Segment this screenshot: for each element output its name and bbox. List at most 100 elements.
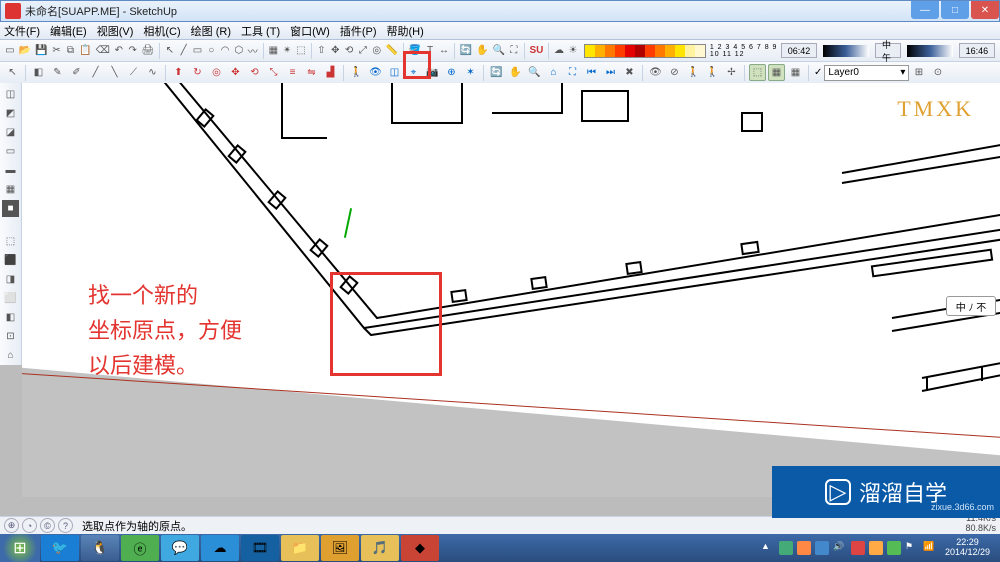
vbtn-1-icon[interactable]: ◫ (2, 86, 19, 103)
vbtn-5-icon[interactable]: ▬ (2, 162, 19, 179)
group-icon[interactable]: ⬚ (295, 42, 307, 59)
tray-shield-icon[interactable] (815, 541, 829, 555)
sun-icon[interactable]: ☀ (567, 42, 579, 59)
walk2-icon[interactable]: 🚶 (685, 64, 702, 81)
vbtn-10-icon[interactable]: ◨ (2, 271, 19, 288)
align-icon[interactable]: ≡ (284, 64, 301, 81)
top-icon[interactable]: ▦ (768, 64, 785, 81)
tray-net-icon[interactable] (779, 541, 793, 555)
edge2-icon[interactable]: ╲ (106, 64, 123, 81)
pan-icon[interactable]: ✋ (475, 42, 489, 59)
followme-icon[interactable]: ↻ (189, 64, 206, 81)
vbtn-11-icon[interactable]: ⬜ (2, 290, 19, 307)
status-user-icon[interactable]: ◔ (22, 518, 37, 533)
vbtn-6-icon[interactable]: ▦ (2, 181, 19, 198)
tape-icon[interactable]: 📏 (385, 42, 399, 59)
task-qq-icon[interactable]: 🐧 (81, 535, 119, 561)
axes-icon[interactable]: ✶ (462, 64, 479, 81)
open-file-icon[interactable]: 📂 (18, 42, 32, 59)
explode-icon[interactable]: ✴ (281, 42, 293, 59)
vbtn-7-icon[interactable]: ■ (2, 200, 19, 217)
tray-ime-icon[interactable] (851, 541, 865, 555)
task-explorer-icon[interactable]: 📁 (281, 535, 319, 561)
vbtn-4-icon[interactable]: ▭ (2, 143, 19, 160)
shadow-time-to[interactable]: 16:46 (959, 43, 996, 58)
mirror-icon[interactable]: ▟ (322, 64, 339, 81)
menu-window[interactable]: 窗口(W) (290, 23, 330, 39)
zoomext2-icon[interactable]: ⛶ (564, 64, 581, 81)
move-icon[interactable]: ✥ (329, 42, 341, 59)
task-cloud-icon[interactable]: ☁ (201, 535, 239, 561)
task-video-icon[interactable]: 🎞 (241, 535, 279, 561)
front-icon[interactable]: ▦ (787, 64, 804, 81)
task-sketchup-icon[interactable]: ◆ (401, 535, 439, 561)
orbit-icon[interactable]: 🔄 (459, 42, 473, 59)
menu-view[interactable]: 视图(V) (97, 23, 134, 39)
task-music-icon[interactable]: 🎵 (361, 535, 399, 561)
edge3-icon[interactable]: ⟋ (125, 64, 142, 81)
cut-icon[interactable]: ✂ (51, 42, 63, 59)
vbtn-2-icon[interactable]: ◩ (2, 105, 19, 122)
task-kugou-icon[interactable]: 🐦 (41, 535, 79, 561)
iso-icon[interactable]: ⬚ (749, 64, 766, 81)
polygon-icon[interactable]: ⬡ (233, 42, 245, 59)
vbtn-9-icon[interactable]: ⬛ (2, 252, 19, 269)
moveaxis-icon[interactable]: ✥ (227, 64, 244, 81)
edge1-icon[interactable]: ╱ (87, 64, 104, 81)
print-icon[interactable]: 🖨 (141, 42, 156, 59)
scale-icon[interactable]: ⤢ (357, 42, 369, 59)
tray-battery-icon[interactable] (797, 541, 811, 555)
vbtn-3-icon[interactable]: ◪ (2, 124, 19, 141)
menu-tools[interactable]: 工具 (T) (241, 23, 280, 39)
pencil-icon[interactable]: ✎ (49, 64, 66, 81)
pushred-icon[interactable]: ⬆ (170, 64, 187, 81)
tray-flag-icon[interactable]: ⚑ (905, 541, 919, 555)
menu-file[interactable]: 文件(F) (4, 23, 40, 39)
show-icon[interactable]: 👁 (647, 64, 664, 81)
vbtn-8-icon[interactable]: ⬚ (2, 233, 19, 250)
section-icon[interactable]: ◫ (386, 64, 403, 81)
layer-check[interactable]: ✓ (814, 67, 822, 78)
menu-edit[interactable]: 编辑(E) (50, 23, 87, 39)
component-icon[interactable]: ▦ (267, 42, 279, 59)
tray-qq-icon[interactable] (869, 541, 883, 555)
walk-icon[interactable]: 🚶 (348, 64, 365, 81)
zoom-icon[interactable]: 🔍 (492, 42, 506, 59)
tray-360-icon[interactable] (887, 541, 901, 555)
pushpull-icon[interactable]: ⇧ (316, 42, 328, 59)
shadow-icon[interactable]: ☁ (553, 42, 565, 59)
rotate2-icon[interactable]: ⟲ (246, 64, 263, 81)
rotate-icon[interactable]: ⟲ (343, 42, 355, 59)
status-credit-icon[interactable]: © (40, 518, 55, 533)
month-colorbar[interactable] (584, 44, 706, 58)
freehand-icon[interactable]: 〰 (247, 42, 259, 59)
eraser-icon[interactable]: ◧ (30, 64, 47, 81)
line-icon[interactable]: ╱ (178, 42, 190, 59)
shadow-time-from[interactable]: 06:42 (781, 43, 818, 58)
copy-icon[interactable]: ⧉ (65, 42, 77, 59)
layer-manager-icon[interactable]: ⊞ (910, 64, 927, 81)
paste-icon[interactable]: 📋 (78, 42, 92, 59)
time-gradient[interactable] (823, 45, 869, 57)
layer-option-icon[interactable]: ⊙ (929, 64, 946, 81)
marker-icon[interactable]: ✐ (68, 64, 85, 81)
zoomext-icon[interactable]: ⛶ (508, 42, 520, 59)
undo-icon[interactable]: ↶ (113, 42, 125, 59)
pan2-icon[interactable]: ✋ (507, 64, 524, 81)
orbit2-icon[interactable]: 🔄 (488, 64, 505, 81)
scale2-icon[interactable]: ⤡ (265, 64, 282, 81)
offset2-icon[interactable]: ◎ (208, 64, 225, 81)
next-icon[interactable]: ⏭ (602, 64, 619, 81)
zoom2-icon[interactable]: 🔍 (526, 64, 543, 81)
menu-camera[interactable]: 相机(C) (143, 23, 180, 39)
arc-icon[interactable]: ◠ (219, 42, 231, 59)
xray-icon[interactable]: ✖ (621, 64, 638, 81)
select-icon[interactable]: ↖ (164, 42, 176, 59)
time-gradient-2[interactable] (907, 45, 953, 57)
circle-icon[interactable]: ○ (205, 42, 217, 59)
menu-draw[interactable]: 绘图 (R) (191, 23, 231, 39)
prev-icon[interactable]: ⏮ (583, 64, 600, 81)
vbtn-14-icon[interactable]: ⌂ (2, 347, 19, 364)
status-help-icon[interactable]: ? (58, 518, 73, 533)
status-geo-icon[interactable]: ⊕ (4, 518, 19, 533)
